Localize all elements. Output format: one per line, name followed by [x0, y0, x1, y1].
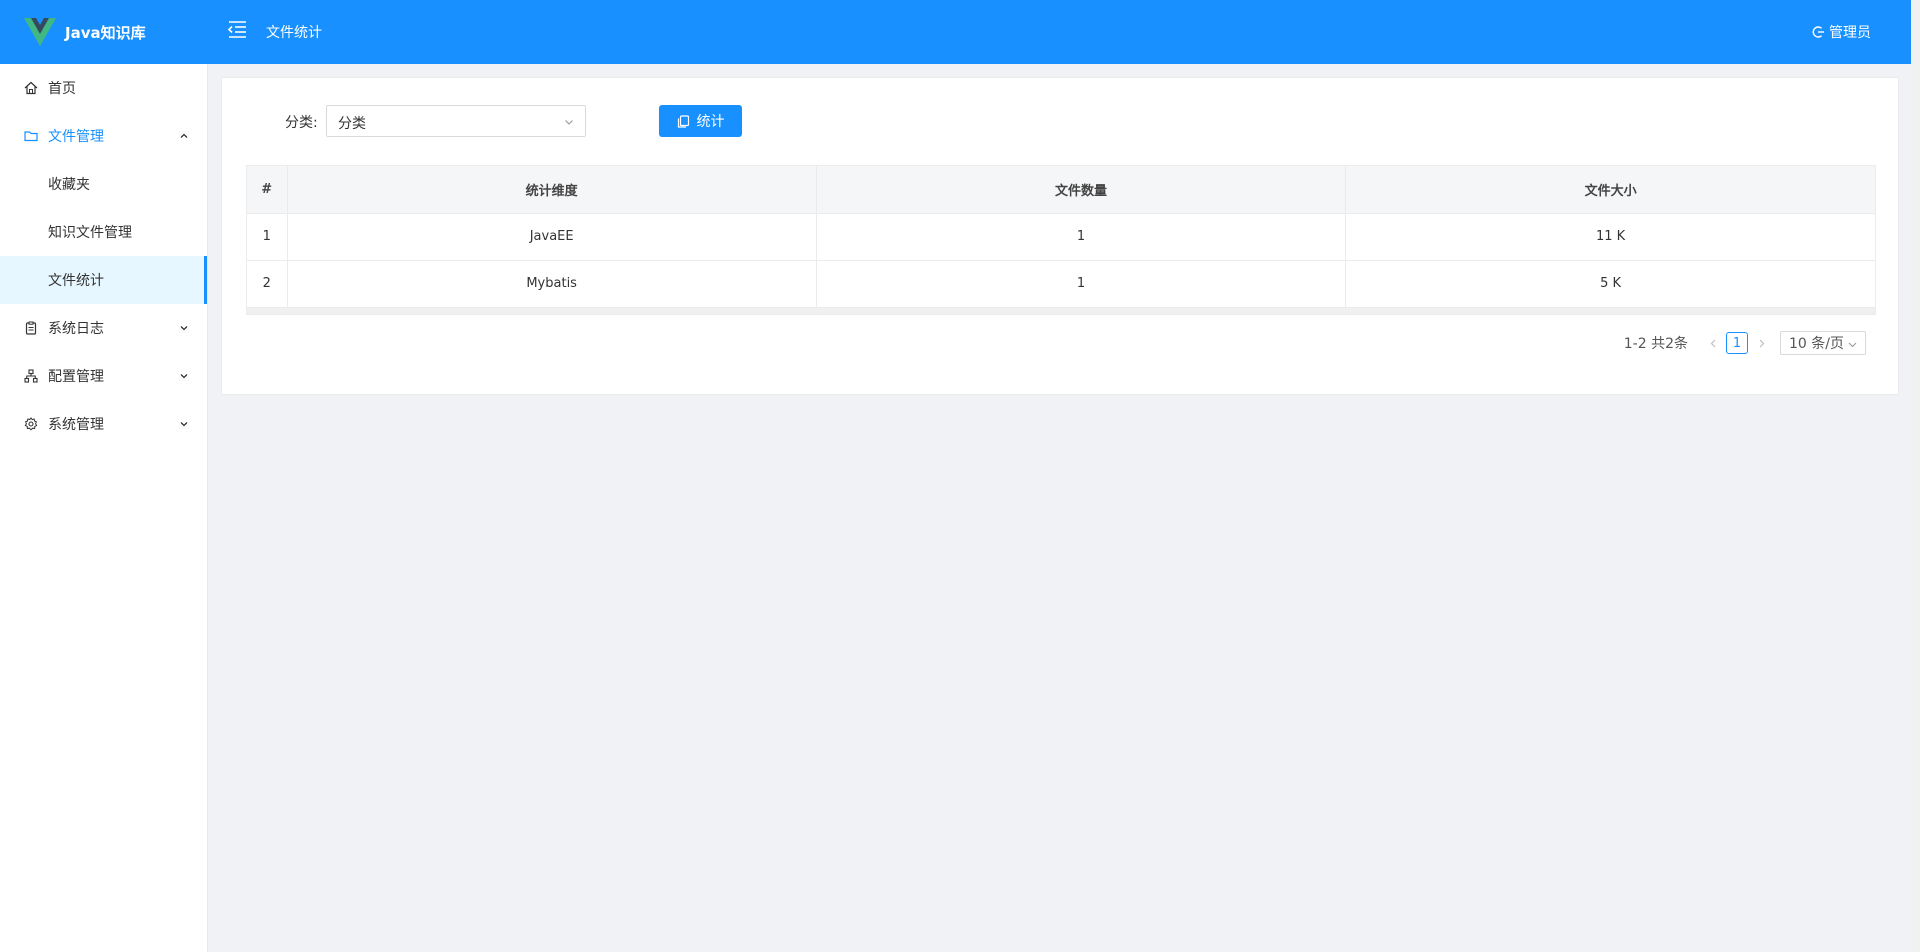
sidebar-item-label: 文件管理 — [48, 129, 104, 145]
pagination-total: 1-2 共2条 — [1623, 336, 1688, 352]
filter-row: 分类: 分类 统计 — [222, 105, 1898, 137]
statistics-table: # 统计维度 文件数量 文件大小 1 JavaEE 1 11 K 2 Mybat… — [247, 166, 1875, 308]
column-header: # — [247, 166, 288, 214]
logout-icon — [1812, 26, 1824, 38]
chevron-down-icon — [180, 374, 188, 379]
sidebar-item-system-log[interactable]: 系统日志 — [0, 304, 207, 352]
home-icon — [24, 81, 38, 95]
category-label: 分类: — [285, 115, 318, 131]
user-name: 管理员 — [1829, 25, 1871, 41]
column-header: 统计维度 — [287, 166, 817, 214]
sidebar-item-label: 配置管理 — [48, 369, 104, 385]
vue-logo-icon — [24, 18, 56, 46]
chevron-down-icon — [1848, 342, 1857, 348]
sidebar-item-label: 首页 — [48, 81, 76, 97]
statistics-table-wrapper: # 统计维度 文件数量 文件大小 1 JavaEE 1 11 K 2 Mybat… — [246, 165, 1876, 315]
chevron-left-icon — [1710, 339, 1715, 347]
sidebar-item-favorites[interactable]: 收藏夹 — [0, 160, 207, 208]
sidebar-item-home[interactable]: 首页 — [0, 64, 207, 112]
chevron-down-icon — [180, 422, 188, 427]
content-card: 分类: 分类 统计 # 统计维度 文件数量 文件大小 1 JavaEE 1 11… — [221, 77, 1899, 395]
chevron-down-icon — [565, 120, 573, 125]
table-header-row: # 统计维度 文件数量 文件大小 — [247, 166, 1875, 214]
category-select-value: 分类 — [338, 116, 366, 132]
table-cell: 2 — [247, 260, 288, 308]
next-page-button[interactable] — [1750, 332, 1772, 354]
sidebar-item-label: 收藏夹 — [48, 177, 90, 193]
category-select[interactable]: 分类 — [326, 105, 586, 137]
sidebar-item-label: 文件统计 — [48, 273, 104, 289]
top-header: Java知识库 文件统计 管理员 — [0, 0, 1911, 64]
sidebar-item-knowledge-files[interactable]: 知识文件管理 — [0, 208, 207, 256]
sitemap-icon — [24, 369, 38, 383]
table-cell: 1 — [816, 260, 1347, 308]
chevron-up-icon — [180, 133, 188, 138]
user-menu[interactable]: 管理员 — [1811, 22, 1871, 42]
statistics-button[interactable]: 统计 — [659, 105, 742, 137]
copy-icon — [677, 114, 689, 128]
app-name: Java知识库 — [65, 23, 146, 42]
sidebar-item-label: 系统日志 — [48, 321, 104, 337]
page-size-value: 10 条/页 — [1789, 336, 1844, 352]
gear-icon — [24, 417, 38, 431]
table-cell: 5 K — [1345, 260, 1875, 308]
sidebar-item-system-management[interactable]: 系统管理 — [0, 400, 207, 448]
statistics-button-label: 统计 — [696, 114, 725, 130]
pagination: 1-2 共2条 1 10 条/页 — [1624, 331, 1866, 355]
menu-fold-icon[interactable] — [226, 18, 248, 40]
page-size-select[interactable]: 10 条/页 — [1780, 331, 1866, 355]
scrollbar-gutter — [1911, 0, 1920, 952]
table-row: 2 Mybatis 1 5 K — [247, 260, 1875, 308]
chevron-down-icon — [180, 326, 188, 331]
table-cell: 11 K — [1345, 213, 1875, 261]
page-number-button[interactable]: 1 — [1726, 332, 1748, 354]
page-title: 文件统计 — [266, 25, 322, 41]
column-header: 文件数量 — [816, 166, 1347, 214]
chevron-right-icon — [1759, 339, 1764, 347]
prev-page-button[interactable] — [1702, 332, 1724, 354]
table-cell: 1 — [247, 213, 288, 261]
column-header: 文件大小 — [1345, 166, 1875, 214]
brand[interactable]: Java知识库 — [22, 14, 146, 50]
table-cell: 1 — [816, 213, 1347, 261]
table-row: 1 JavaEE 1 11 K — [247, 213, 1875, 261]
sidebar-item-label: 知识文件管理 — [48, 225, 132, 241]
folder-icon — [24, 131, 38, 142]
clipboard-icon — [25, 321, 37, 335]
sidebar: 首页 文件管理 收藏夹 知识文件管理 文件统计 系统日志 配置管理 系统管理 — [0, 64, 208, 952]
sidebar-item-file-statistics[interactable]: 文件统计 — [0, 256, 207, 304]
table-cell: JavaEE — [287, 213, 817, 261]
sidebar-item-file-management[interactable]: 文件管理 — [0, 112, 207, 160]
table-cell: Mybatis — [287, 260, 817, 308]
sidebar-item-config[interactable]: 配置管理 — [0, 352, 207, 400]
sidebar-item-label: 系统管理 — [48, 417, 104, 433]
